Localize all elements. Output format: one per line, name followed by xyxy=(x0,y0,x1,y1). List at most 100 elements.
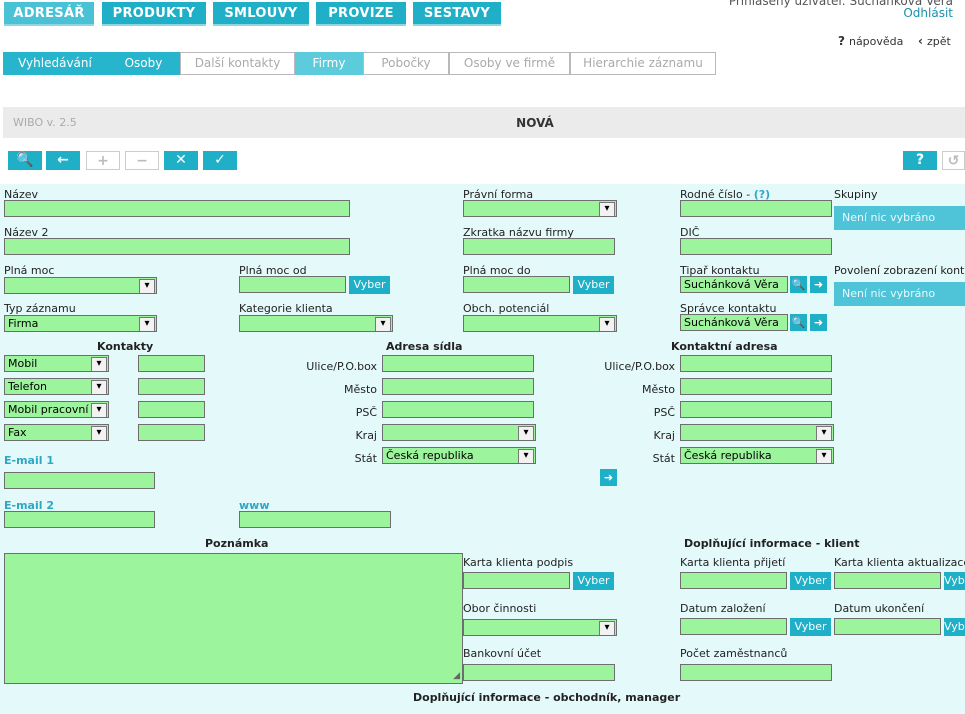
contact-value-input-4[interactable] xyxy=(138,424,205,441)
subtab-osoby-ve-firme[interactable]: Osoby ve firmě xyxy=(449,52,570,75)
typ-zaznamu-select[interactable]: Firma xyxy=(4,315,157,332)
undo-button[interactable]: ↺ xyxy=(942,151,965,170)
datum-ukonceni-input[interactable] xyxy=(834,618,941,635)
nav-tab-smlouvy[interactable]: SMLOUVY xyxy=(213,2,309,26)
label-sidlo-psc: PSČ xyxy=(355,406,377,419)
kontakt-kraj-select[interactable] xyxy=(680,424,834,441)
karta-podpis-vyber-button[interactable]: Vyber xyxy=(573,572,614,590)
povoleni-multiselect[interactable]: Není nic vybráno xyxy=(834,282,965,306)
email1-input[interactable] xyxy=(4,472,155,489)
label-typ-zaznamu: Typ záznamu xyxy=(4,302,76,315)
plus-icon: + xyxy=(97,153,109,169)
nazev-input[interactable] xyxy=(4,200,350,217)
pocet-zam-input[interactable] xyxy=(680,664,832,681)
logout-link[interactable]: Odhlásit xyxy=(903,6,953,20)
minus-icon: − xyxy=(136,153,148,169)
help-link[interactable]: ? nápověda xyxy=(838,34,903,48)
arrow-right-icon: ➜ xyxy=(603,471,614,484)
label-kontakt-psc: PSČ xyxy=(653,406,675,419)
subtab-osoby[interactable]: Osoby xyxy=(107,52,180,75)
undo-icon: ↺ xyxy=(947,153,960,169)
remove-button[interactable]: − xyxy=(125,151,159,170)
karta-prijeti-input[interactable] xyxy=(680,572,787,589)
label-karta-aktualizace: Karta klienta aktualizace xyxy=(834,556,965,569)
spravce-arrow-button[interactable]: ➜ xyxy=(810,314,827,331)
skupiny-multiselect[interactable]: Není nic vybráno xyxy=(834,206,965,230)
sidlo-mesto-input[interactable] xyxy=(382,378,534,395)
help-button[interactable]: ? xyxy=(903,151,937,170)
kontakt-psc-input[interactable] xyxy=(680,401,832,418)
contact-value-input-2[interactable] xyxy=(138,378,205,395)
subtab-pobocky[interactable]: Pobočky xyxy=(363,52,449,75)
www-input[interactable] xyxy=(239,511,391,528)
label-plna-moc: Plná moc xyxy=(4,264,55,277)
zkratka-input[interactable] xyxy=(463,238,615,255)
cancel-button[interactable]: ✕ xyxy=(164,151,198,170)
adresa-sidla-heading: Adresa sídla xyxy=(386,340,463,353)
contact-value-input-3[interactable] xyxy=(138,401,205,418)
sidlo-psc-input[interactable] xyxy=(382,401,534,418)
pravni-forma-select[interactable] xyxy=(463,200,617,217)
subtab-dalsi-kontakty[interactable]: Další kontakty xyxy=(180,52,295,75)
contact-type-select-1[interactable]: Mobil xyxy=(4,355,109,372)
nazev2-input[interactable] xyxy=(4,238,350,255)
karta-aktualizace-vyber-button[interactable]: Vyber xyxy=(944,572,965,590)
tipar-arrow-button[interactable]: ➜ xyxy=(810,276,827,293)
search-button[interactable]: 🔍 xyxy=(8,151,42,170)
back-button[interactable]: ← xyxy=(46,151,80,170)
karta-aktualizace-input[interactable] xyxy=(834,572,941,589)
poznamka-textarea[interactable]: ◢ xyxy=(4,553,463,684)
label-kontakt-mesto: Město xyxy=(641,383,675,396)
rodne-cislo-input[interactable] xyxy=(680,200,832,217)
nav-tab-produkty[interactable]: PRODUKTY xyxy=(102,2,206,26)
sidlo-stat-select[interactable]: Česká republika xyxy=(382,447,536,464)
datum-zalozeni-input[interactable] xyxy=(680,618,787,635)
subtab-vyhledavani[interactable]: Vyhledávání xyxy=(3,52,107,75)
sidlo-kraj-select[interactable] xyxy=(382,424,536,441)
plna-moc-do-vyber-button[interactable]: Vyber xyxy=(573,276,614,294)
nav-tab-provize[interactable]: PROVIZE xyxy=(316,2,406,26)
kontakt-stat-select[interactable]: Česká republika xyxy=(680,447,834,464)
close-icon: ✕ xyxy=(175,152,187,168)
resize-grip-icon[interactable]: ◢ xyxy=(453,671,460,681)
obor-select[interactable] xyxy=(463,619,617,636)
datum-zalozeni-vyber-button[interactable]: Vyber xyxy=(790,618,831,636)
nav-tab-adresar[interactable]: ADRESÁŘ xyxy=(4,2,94,26)
spravce-input[interactable]: Suchánková Věra xyxy=(680,314,788,331)
add-button[interactable]: + xyxy=(86,151,120,170)
spravce-search-button[interactable]: 🔍 xyxy=(790,314,807,331)
bankovni-ucet-input[interactable] xyxy=(463,664,615,681)
label-obor: Obor činnosti xyxy=(463,602,537,615)
contact-type-select-4[interactable]: Fax xyxy=(4,424,109,441)
contact-type-select-2[interactable]: Telefon xyxy=(4,378,109,395)
subtab-hierarchie[interactable]: Hierarchie záznamu xyxy=(570,52,716,75)
contact-type-select-3[interactable]: Mobil pracovní xyxy=(4,401,109,418)
plna-moc-od-input[interactable] xyxy=(239,276,346,293)
contact-value-input-1[interactable] xyxy=(138,355,205,372)
subtab-firmy[interactable]: Firmy xyxy=(295,52,363,75)
label-datum-zalozeni: Datum založení xyxy=(680,602,766,615)
nav-tab-sestavy[interactable]: SESTAVY xyxy=(413,2,501,26)
dic-input[interactable] xyxy=(680,238,832,255)
plna-moc-od-vyber-button[interactable]: Vyber xyxy=(349,276,390,294)
tipar-input[interactable]: Suchánková Věra xyxy=(680,276,788,293)
obch-potencial-select[interactable] xyxy=(463,315,617,332)
sidlo-ulice-input[interactable] xyxy=(382,355,534,372)
question-icon: ? xyxy=(915,152,925,168)
karta-prijeti-vyber-button[interactable]: Vyber xyxy=(790,572,831,590)
plna-moc-select[interactable] xyxy=(4,277,157,294)
kontakt-ulice-input[interactable] xyxy=(680,355,832,372)
label-sidlo-ulice: Ulice/P.O.box xyxy=(306,360,377,373)
arrow-right-icon: ➜ xyxy=(813,316,824,329)
search-icon: 🔍 xyxy=(791,278,806,291)
kategorie-klienta-select[interactable] xyxy=(239,315,393,332)
email2-input[interactable] xyxy=(4,511,155,528)
datum-ukonceni-vyber-button[interactable]: Vyber xyxy=(944,618,965,636)
tipar-search-button[interactable]: 🔍 xyxy=(790,276,807,293)
confirm-button[interactable]: ✓ xyxy=(203,151,237,170)
plna-moc-do-input[interactable] xyxy=(463,276,570,293)
back-link[interactable]: ‹ zpět xyxy=(918,34,951,48)
kontakt-mesto-input[interactable] xyxy=(680,378,832,395)
copy-address-button[interactable]: ➜ xyxy=(600,469,617,486)
karta-podpis-input[interactable] xyxy=(463,572,570,589)
